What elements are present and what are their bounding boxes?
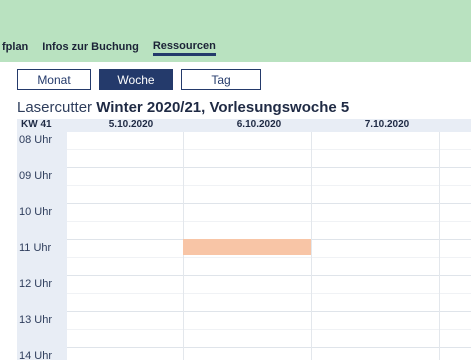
hour-label: 10 Uhr	[19, 206, 53, 218]
day-header-wed: 7.10.2020	[364, 119, 410, 130]
grid-line	[67, 347, 471, 348]
hour-label: 11 Uhr	[19, 242, 52, 254]
grid-line	[67, 149, 471, 150]
grid-line	[67, 221, 471, 222]
view-switcher: Monat Woche Tag	[17, 69, 261, 92]
time-column: 08 Uhr 09 Uhr 10 Uhr 11 Uhr 12 Uhr 13 Uh…	[17, 132, 67, 360]
page-title: Lasercutter Winter 2020/21, Vorlesungswo…	[17, 99, 349, 116]
period-label: Winter 2020/21, Vorlesungswoche 5	[96, 99, 350, 116]
day-header-mon: 5.10.2020	[108, 119, 154, 130]
grid-line	[67, 311, 471, 312]
tab-ressourcen[interactable]: Ressourcen	[152, 40, 216, 56]
grid-line	[67, 275, 471, 276]
month-view-button[interactable]: Monat	[17, 69, 91, 90]
day-divider	[439, 132, 440, 360]
day-header-tue: 6.10.2020	[236, 119, 282, 130]
hour-label: 14 Uhr	[19, 350, 53, 360]
grid-line	[67, 293, 471, 294]
grid-line	[67, 167, 471, 168]
booking-slot[interactable]	[183, 239, 311, 255]
day-divider	[311, 132, 312, 360]
main-nav-tabs: fplan Infos zur Buchung Ressourcen	[2, 36, 216, 56]
week-calendar: KW 41 5.10.2020 6.10.2020 7.10.2020 08 U…	[17, 119, 471, 360]
tab-infos-zur-buchung[interactable]: Infos zur Buchung	[42, 41, 139, 56]
grid-line	[67, 257, 471, 258]
week-number: KW 41	[21, 119, 52, 130]
grid-line	[67, 185, 471, 186]
calendar-header: KW 41 5.10.2020 6.10.2020 7.10.2020	[17, 119, 471, 132]
week-view-button[interactable]: Woche	[99, 69, 173, 90]
day-view-button[interactable]: Tag	[181, 69, 261, 90]
resource-name: Lasercutter	[17, 99, 93, 116]
hour-label: 12 Uhr	[19, 278, 53, 290]
hour-label: 13 Uhr	[19, 314, 53, 326]
hour-label: 08 Uhr	[19, 134, 53, 146]
tab-stundenplan[interactable]: fplan	[2, 41, 28, 56]
hour-label: 09 Uhr	[19, 170, 53, 182]
time-grid[interactable]	[67, 132, 471, 360]
grid-line	[67, 329, 471, 330]
grid-line	[67, 203, 471, 204]
